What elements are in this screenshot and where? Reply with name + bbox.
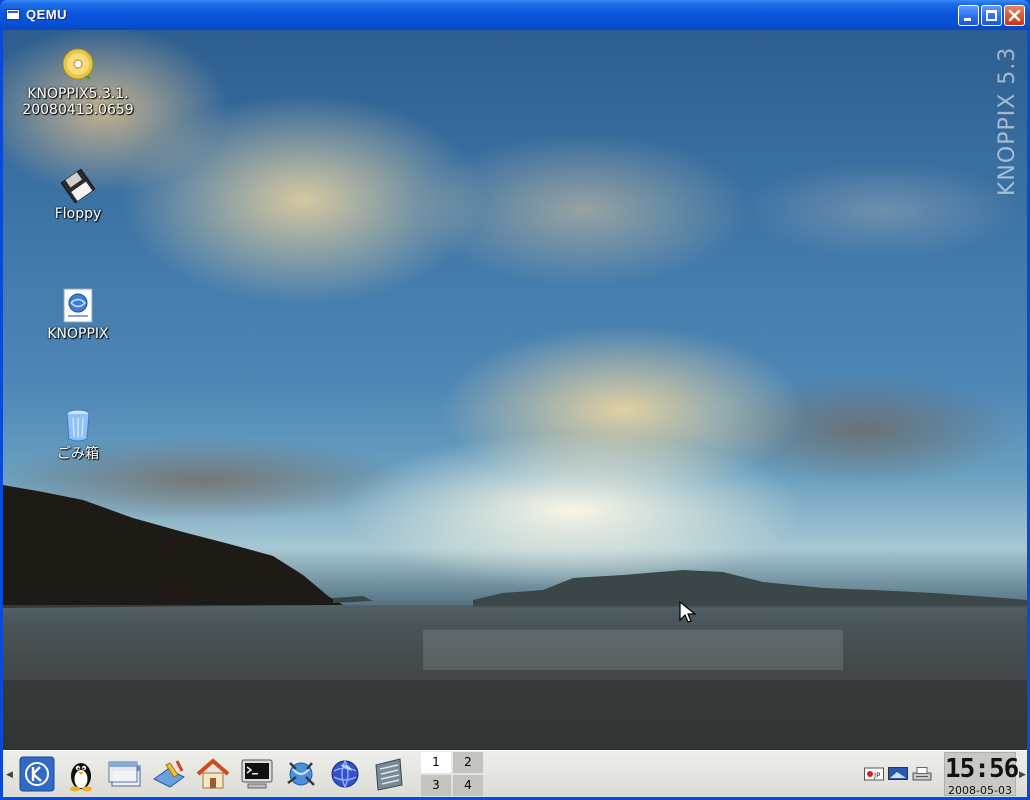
desktop-icon-knoppix[interactable]: KNOPPIX (18, 286, 138, 342)
browser-globe-icon (331, 760, 359, 788)
panel-clock[interactable]: 15:56 2008-05-03 (944, 752, 1019, 797)
clock-time: 15:56 (945, 754, 1019, 784)
maximize-button[interactable] (981, 5, 1002, 26)
pager-desktop-2[interactable]: 2 (453, 752, 483, 773)
minimize-icon (964, 18, 971, 21)
tray-display[interactable] (888, 766, 908, 782)
konqueror-icon (287, 762, 315, 786)
knoppix-watermark: KNOPPIX 5.3 (995, 46, 1020, 196)
tux-launcher[interactable] (62, 755, 100, 793)
pager-desktop-3[interactable]: 3 (421, 775, 451, 796)
floppy-icon (58, 166, 98, 206)
home-launcher[interactable] (194, 755, 232, 793)
tray-jp-input[interactable]: JP (864, 766, 884, 782)
trash-icon (58, 406, 98, 446)
window-list-launcher[interactable] (106, 755, 144, 793)
tux-icon (70, 763, 92, 792)
window-title: QEMU (26, 7, 67, 22)
browser-launcher[interactable] (326, 755, 364, 793)
clock-date: 2008-05-03 (948, 784, 1012, 797)
kde-menu-button[interactable] (18, 755, 56, 793)
desktop-icon-label: KNOPPIX5.3.1. 20080413.0659 (22, 86, 134, 118)
title-bar[interactable]: QEMU (0, 0, 1030, 30)
show-desktop-launcher[interactable] (150, 755, 188, 793)
konqueror-launcher[interactable] (282, 755, 320, 793)
desktop-icon-label: KNOPPIX (47, 326, 109, 342)
terminal-launcher[interactable] (238, 755, 276, 793)
tray-printer[interactable] (912, 766, 932, 782)
qemu-app-icon (6, 9, 20, 20)
terminal-icon (241, 759, 273, 789)
kde-menu-icon (19, 756, 55, 792)
maximize-icon (986, 10, 997, 21)
mouse-cursor-icon (679, 601, 697, 623)
qemu-window: QEMU KNOPPIX 5.3 KNOPPIX5.3.1. 20080413.… (0, 0, 1030, 800)
knoppix-doc-icon (58, 286, 98, 326)
wallpaper-landscape (3, 485, 1027, 750)
close-button[interactable] (1004, 5, 1025, 26)
cdrom-icon (58, 46, 98, 86)
desktop-icon-floppy[interactable]: Floppy (18, 166, 138, 222)
minimize-button[interactable] (958, 5, 979, 26)
office-icon (375, 758, 403, 791)
jp-input-icon: JP (864, 767, 884, 781)
panel-hide-right-icon[interactable]: ▶ (1019, 770, 1026, 780)
window-list-icon (108, 761, 141, 787)
office-launcher[interactable] (370, 755, 408, 793)
desktop-icon-cdrom[interactable]: KNOPPIX5.3.1. 20080413.0659 (18, 46, 138, 118)
desktop-icon-trash[interactable]: ごみ箱 (18, 406, 138, 462)
close-icon (1008, 9, 1021, 22)
home-icon (196, 758, 230, 789)
svg-text:JP: JP (873, 772, 880, 780)
display-icon (888, 767, 908, 780)
kde-panel: ◀ 1 2 3 4 JP 15:56 2008-05-03 ▶ (3, 750, 1027, 797)
desktop-icon-label: ごみ箱 (57, 446, 99, 462)
desktop-icon-label: Floppy (54, 206, 102, 222)
printer-icon (912, 767, 932, 781)
desktop-pager: 1 2 3 4 (421, 752, 483, 796)
desktop[interactable]: KNOPPIX 5.3 KNOPPIX5.3.1. 20080413.0659 (3, 30, 1027, 750)
desktop-icon (153, 760, 185, 788)
pager-desktop-4[interactable]: 4 (453, 775, 483, 796)
panel-hide-left-icon[interactable]: ◀ (6, 770, 13, 780)
pager-desktop-1[interactable]: 1 (421, 752, 451, 773)
